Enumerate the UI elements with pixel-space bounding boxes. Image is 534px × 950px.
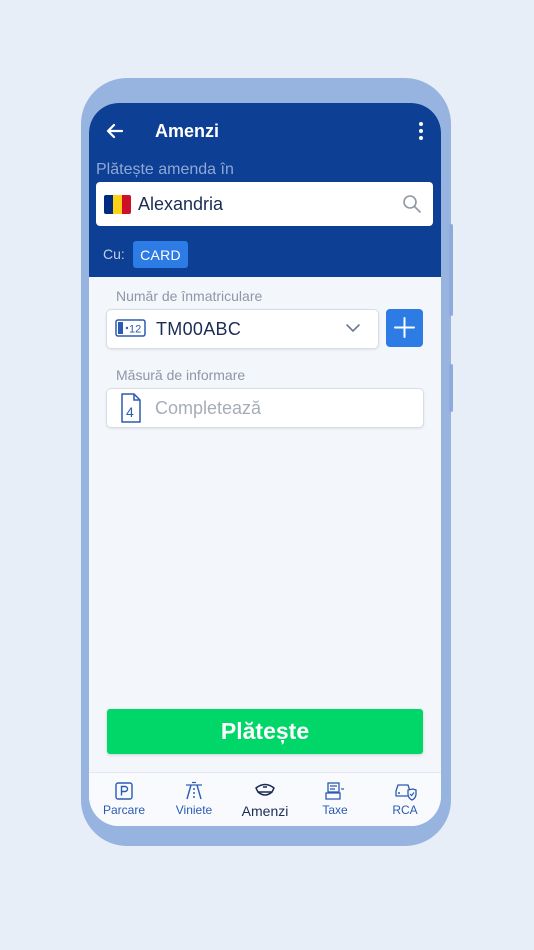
phone-side-button: [449, 364, 453, 412]
info-input[interactable]: 4 Completează: [106, 388, 424, 428]
city-search-field[interactable]: Alexandria: [96, 182, 433, 226]
nav-label: Amenzi: [241, 803, 289, 819]
nav-label: Taxe: [322, 803, 348, 817]
document-number-icon: 4: [121, 393, 141, 423]
header: Amenzi Plătește amenda în Alexandria Cu:…: [89, 103, 441, 277]
phone-side-button: [449, 224, 453, 316]
nav-label: RCA: [392, 803, 418, 817]
license-plate-icon: 12: [115, 319, 146, 337]
plate-value: TM00ABC: [156, 319, 242, 339]
nav-item-amenzi[interactable]: Amenzi: [230, 781, 300, 819]
more-vertical-icon[interactable]: [413, 121, 429, 141]
nav-item-rca[interactable]: RCA: [370, 781, 440, 817]
plate-label: Număr de înmatriculare: [116, 288, 263, 304]
plate-select[interactable]: 12 TM00ABC: [106, 309, 379, 349]
app-screen: Amenzi Plătește amenda în Alexandria Cu:…: [89, 103, 441, 826]
car-shield-icon: [395, 784, 417, 801]
info-placeholder: Completează: [155, 398, 262, 418]
app-bar: Amenzi: [89, 103, 441, 159]
info-label: Măsură de informare: [116, 367, 246, 383]
police-cap-icon: [255, 783, 275, 796]
payment-method-text: CARD: [140, 246, 181, 263]
svg-text:12: 12: [129, 324, 141, 336]
nav-item-parcare[interactable]: Parcare: [89, 781, 159, 817]
chevron-down-icon[interactable]: [345, 322, 361, 334]
pay-in-label: Plătește amenda în: [96, 161, 234, 178]
pay-button[interactable]: Plătește: [107, 709, 423, 754]
nav-item-taxe[interactable]: Taxe: [300, 781, 370, 817]
city-value: Alexandria: [138, 194, 224, 214]
pay-with-label: Cu:: [103, 246, 125, 262]
payment-method-badge[interactable]: CARD: [133, 241, 188, 268]
search-icon[interactable]: [402, 194, 422, 214]
nav-item-viniete[interactable]: Viniete: [159, 781, 229, 817]
nav-label: Viniete: [175, 803, 213, 817]
bottom-nav: Parcare Viniete Amenzi Taxe RCA: [89, 772, 441, 826]
romania-flag-icon: [104, 195, 131, 214]
parking-icon: [115, 782, 133, 800]
nav-label: Parcare: [102, 803, 146, 817]
phone-frame: Amenzi Plătește amenda în Alexandria Cu:…: [81, 78, 453, 846]
back-arrow-icon[interactable]: [105, 121, 125, 141]
tax-icon: [325, 782, 344, 800]
road-icon: [186, 781, 202, 800]
page-title: Amenzi: [155, 121, 220, 141]
plus-icon: [394, 317, 415, 338]
svg-text:4: 4: [126, 404, 134, 420]
add-plate-button[interactable]: [386, 309, 423, 347]
